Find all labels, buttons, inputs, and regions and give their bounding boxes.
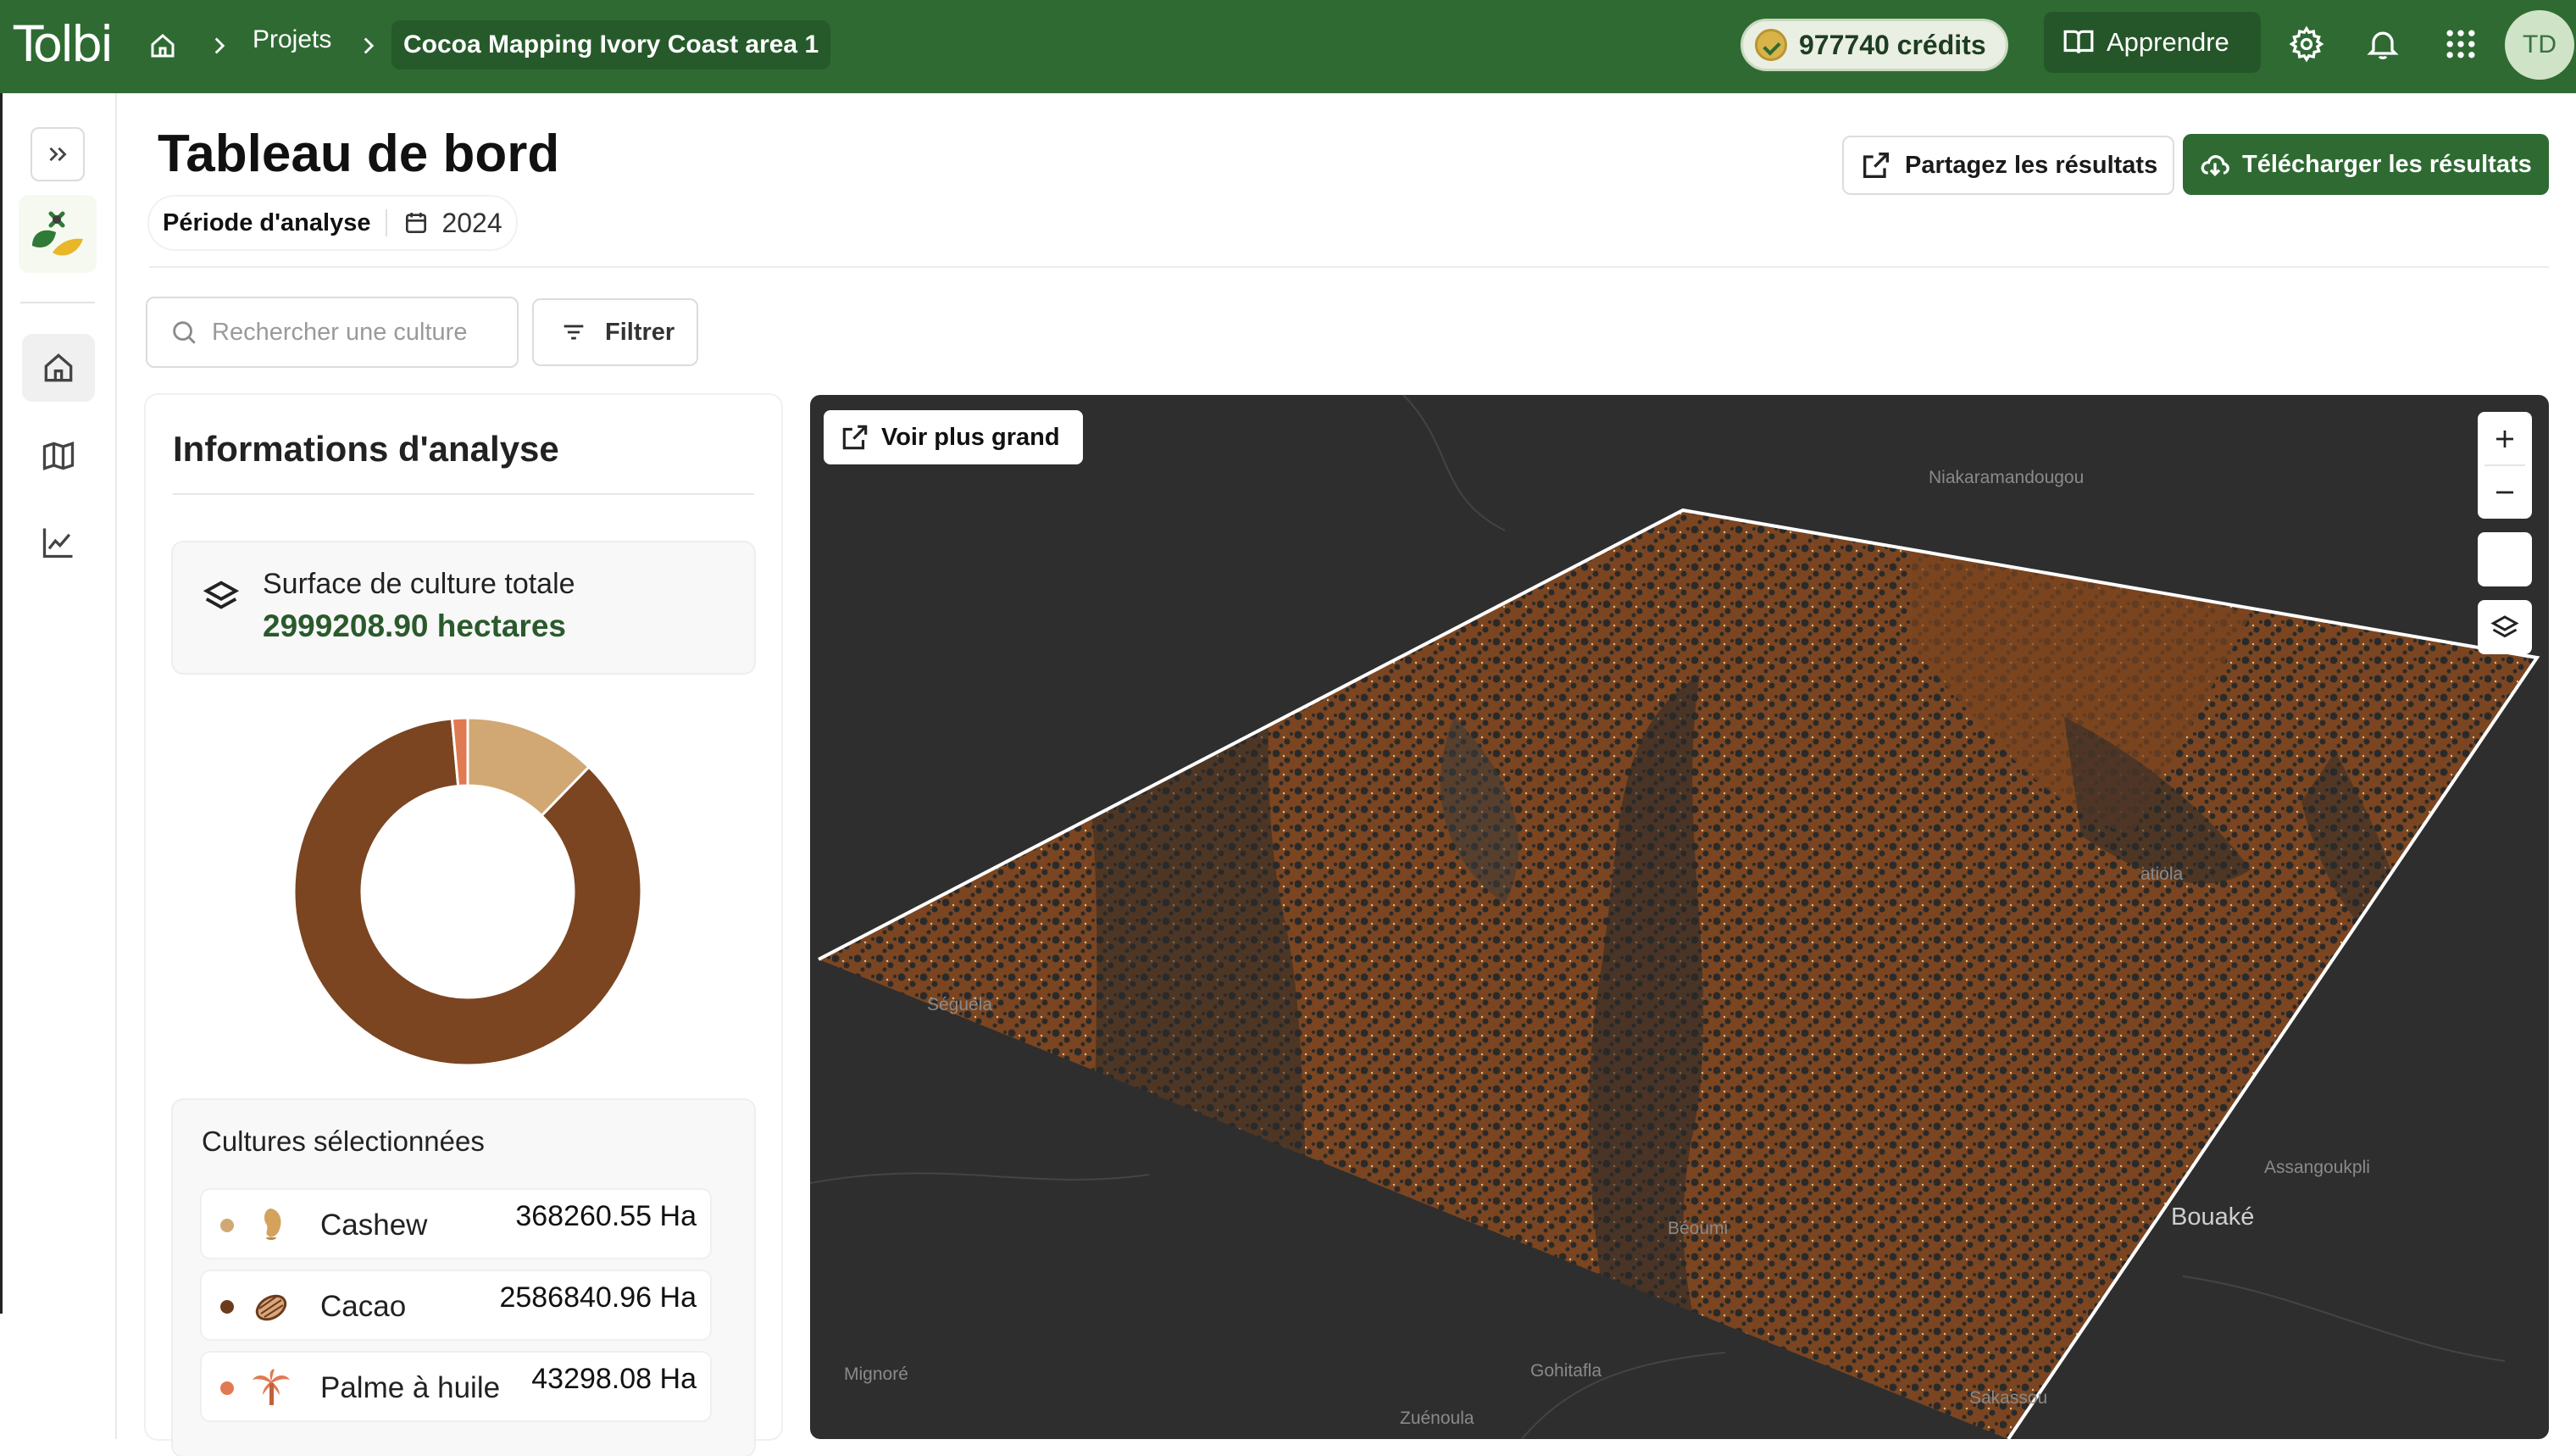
learn-button[interactable]: Apprendre: [2044, 12, 2261, 73]
chart-line-icon: [42, 528, 73, 559]
header-divider: [149, 266, 2549, 268]
breadcrumb-current-project[interactable]: Cocoa Mapping Ivory Coast area 1: [391, 20, 831, 69]
external-link-icon: [1863, 153, 1889, 178]
credits-label: 977740 crédits: [1799, 29, 1986, 60]
map-layers-button[interactable]: [2478, 600, 2532, 654]
place-label: Assangoukpli: [2264, 1158, 2370, 1177]
place-label: Sakassou: [1969, 1388, 2048, 1408]
download-label: Télécharger les résultats: [2242, 150, 2532, 178]
leaf-logo-icon: [32, 211, 83, 256]
crop-area: 368260.55 Ha: [515, 1200, 697, 1232]
learn-label: Apprendre: [2107, 27, 2229, 57]
map-canvas[interactable]: [810, 395, 2549, 1439]
view-larger-label: Voir plus grand: [881, 423, 1060, 451]
chevron-right-icon: [364, 37, 375, 54]
place-label: Mignoré: [844, 1364, 908, 1384]
crop-row-cashew[interactable]: Cashew 368260.55 Ha: [202, 1190, 710, 1258]
map-icon: [42, 442, 75, 470]
organization-logo[interactable]: [19, 195, 97, 273]
crop-name: Cacao: [320, 1290, 407, 1323]
period-separator: [386, 209, 388, 236]
place-label: Gohitafla: [1530, 1361, 1602, 1381]
layers-icon: [203, 581, 240, 609]
place-label: atiola: [2140, 864, 2184, 884]
coin-icon: [1755, 29, 1787, 61]
home-icon[interactable]: [147, 31, 178, 61]
zoom-control: [2478, 412, 2532, 519]
crops-title: Cultures sélectionnées: [202, 1125, 485, 1157]
surface-value: 2999208.90 hectares: [263, 609, 566, 643]
external-link-icon: [842, 425, 868, 450]
layers-icon: [2490, 615, 2519, 638]
panel-title: Informations d'analyse: [173, 429, 559, 469]
fullscreen-button[interactable]: [2478, 532, 2532, 586]
plus-icon: [2496, 430, 2513, 447]
place-label: Séguéla: [927, 995, 993, 1014]
palm-icon: [253, 1369, 290, 1405]
crop-map[interactable]: Niakaramandougou Séguéla atiola Assangou…: [810, 395, 2549, 1439]
page-title: Tableau de bord: [158, 125, 560, 183]
calendar-icon: [406, 213, 427, 233]
cashew-color-dot: [220, 1219, 234, 1232]
search-icon: [173, 321, 196, 344]
crop-name: Cashew: [320, 1209, 428, 1242]
crop-search[interactable]: [146, 297, 519, 368]
cloud-download-icon: [2201, 155, 2229, 177]
nav-home[interactable]: [22, 334, 95, 402]
share-label: Partagez les résultats: [1905, 151, 2158, 179]
side-rail: [0, 93, 117, 1439]
tolbi-logo[interactable]: Tolbi: [14, 15, 114, 73]
filter-label: Filtrer: [605, 318, 675, 346]
place-label: Zuénoula: [1400, 1409, 1474, 1428]
panel-divider: [173, 493, 754, 495]
crop-area: 2586840.96 Ha: [499, 1281, 697, 1314]
crop-area: 43298.08 Ha: [531, 1363, 697, 1395]
period-label: Période d'analyse: [163, 208, 371, 236]
filter-button[interactable]: Filtrer: [532, 298, 698, 366]
cacao-coverage-layer: [819, 510, 2537, 1439]
analysis-period[interactable]: Période d'analyse 2024: [149, 197, 516, 249]
settings-gear-icon[interactable]: [2288, 25, 2325, 63]
crop-name: Palme à huile: [320, 1371, 501, 1404]
minus-icon: [2496, 491, 2513, 493]
zoom-out-button[interactable]: [2478, 465, 2532, 519]
cashew-icon: [264, 1209, 281, 1240]
total-surface-card: Surface de culture totale 2999208.90 hec…: [173, 542, 754, 673]
nav-map[interactable]: [22, 422, 95, 490]
credits-badge[interactable]: 977740 crédits: [1740, 19, 2008, 71]
palm-color-dot: [220, 1381, 234, 1395]
chevron-right-icon: [214, 37, 225, 54]
nav-analytics[interactable]: [22, 508, 95, 576]
crop-share-donut-chart: [292, 716, 643, 1067]
cacao-icon: [255, 1294, 287, 1321]
place-label: Niakaramandougou: [1929, 468, 2085, 487]
home-icon: [44, 353, 73, 382]
user-avatar[interactable]: TD: [2505, 10, 2574, 80]
selected-crops-card: Cultures sélectionnées Cashew 368260.55 …: [173, 1100, 754, 1456]
rail-divider: [20, 302, 95, 303]
bell-icon[interactable]: [2364, 25, 2401, 63]
breadcrumb-projects[interactable]: Projets: [253, 25, 331, 54]
surface-label: Surface de culture totale: [263, 568, 575, 600]
share-results-button[interactable]: Partagez les résultats: [1842, 136, 2174, 195]
cacao-color-dot: [220, 1300, 234, 1314]
zoom-in-button[interactable]: [2478, 412, 2532, 465]
download-results-button[interactable]: Télécharger les résultats: [2183, 134, 2549, 195]
crop-row-cacao[interactable]: Cacao 2586840.96 Ha: [202, 1271, 710, 1339]
crop-row-palm[interactable]: Palme à huile 43298.08 Ha: [202, 1353, 710, 1420]
place-label: Béoumi: [1668, 1219, 1729, 1238]
window-edge: [0, 93, 3, 1314]
analysis-info-panel: Informations d'analyse Surface de cultur…: [146, 395, 781, 1456]
place-label-city: Bouaké: [2171, 1203, 2255, 1231]
apps-grid-icon[interactable]: [2442, 25, 2479, 63]
view-larger-button[interactable]: Voir plus grand: [824, 410, 1083, 464]
expand-sidebar-button[interactable]: [31, 127, 85, 181]
double-chevron-right-icon: [49, 147, 67, 162]
search-input[interactable]: [212, 318, 517, 347]
top-bar: Tolbi Projets Cocoa Mapping Ivory Coast …: [0, 0, 2576, 93]
period-value: 2024: [441, 207, 502, 238]
book-icon: [2063, 30, 2094, 53]
filter-lines-icon: [564, 325, 584, 340]
